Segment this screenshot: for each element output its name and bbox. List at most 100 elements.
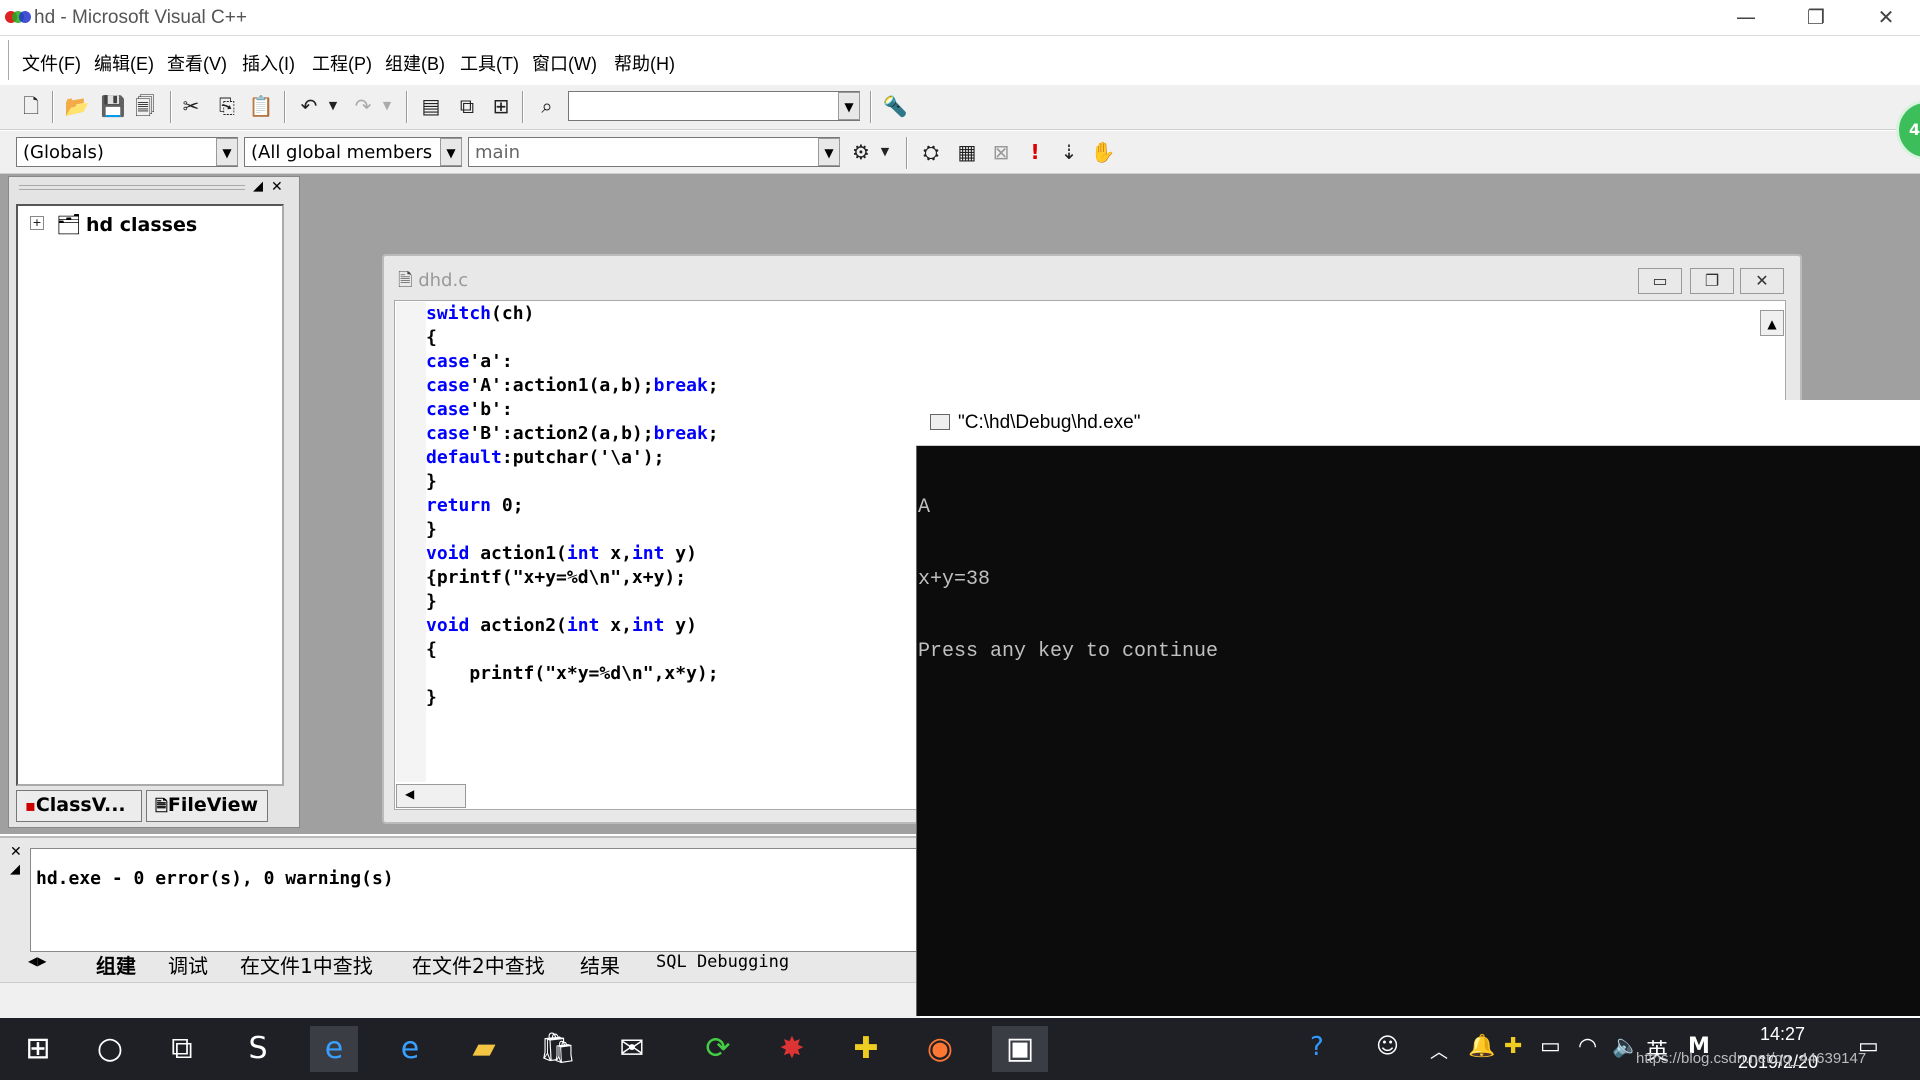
execute-icon[interactable]: ! xyxy=(1022,139,1048,165)
tab-results[interactable]: 结果 xyxy=(580,950,620,979)
stop-build-icon[interactable]: ⊠ xyxy=(988,139,1014,165)
wizard-dropdown-icon[interactable]: ▼ xyxy=(872,139,898,165)
chevron-down-icon[interactable]: ▼ xyxy=(818,138,840,166)
compile-icon[interactable]: ⛭ xyxy=(918,139,944,165)
menu-file[interactable]: 文件(F) xyxy=(22,50,81,76)
tab-debug[interactable]: 调试 xyxy=(168,950,208,979)
wizard-icon[interactable]: ⚙ xyxy=(848,139,874,165)
chevron-up-icon[interactable]: ︿ xyxy=(1430,1038,1448,1064)
plus-tray-icon[interactable]: ✚ xyxy=(1504,1034,1522,1059)
undo-dropdown-icon[interactable]: ▼ xyxy=(320,93,346,119)
tab-find1[interactable]: 在文件1中查找 xyxy=(240,950,373,979)
editor-close-button[interactable]: ✕ xyxy=(1740,268,1784,294)
code-line[interactable]: { xyxy=(426,326,719,350)
source-code[interactable]: switch(ch){case'a': case'A':action1(a,b);… xyxy=(426,302,719,710)
editor-restore-button[interactable]: ❐ xyxy=(1690,268,1734,294)
tab-fileview[interactable]: 🗎FileView xyxy=(146,790,268,822)
menu-insert[interactable]: 插入(I) xyxy=(242,50,295,76)
redo-dropdown-icon[interactable]: ▼ xyxy=(374,93,400,119)
menu-project[interactable]: 工程(P) xyxy=(312,50,372,76)
code-line[interactable]: void action1(int x,int y) xyxy=(426,542,719,566)
redo-icon[interactable]: ↷ xyxy=(350,93,376,119)
build-icon[interactable]: ▦ xyxy=(954,139,980,165)
app-s-icon[interactable]: S xyxy=(234,1026,282,1072)
code-line[interactable]: } xyxy=(426,470,719,494)
help-icon[interactable]: ? xyxy=(1310,1032,1324,1062)
cut-icon[interactable]: ✂ xyxy=(178,93,204,119)
code-line[interactable]: {printf("x+y=%d\n",x+y); xyxy=(426,566,719,590)
code-line[interactable]: case'A':action1(a,b);break; xyxy=(426,374,719,398)
find-in-files-icon[interactable]: ⌕ xyxy=(534,93,560,119)
tab-scroll-left-icon[interactable]: ◀▶ xyxy=(28,954,46,968)
find-combo[interactable]: ▼ xyxy=(568,91,860,121)
task-view-icon[interactable]: ⧉ xyxy=(158,1026,206,1072)
code-line[interactable]: } xyxy=(426,518,719,542)
members-combo-value[interactable]: (All global members xyxy=(251,142,437,163)
menu-window[interactable]: 窗口(W) xyxy=(532,50,597,76)
paste-icon[interactable]: 📋 xyxy=(248,93,274,119)
workspace-icon[interactable]: ▤ xyxy=(418,93,444,119)
windows-start-icon[interactable]: ⊞ xyxy=(14,1026,62,1072)
scope-combo-value[interactable]: (Globals) xyxy=(23,142,104,163)
scope-combo[interactable]: (Globals) ▼ xyxy=(16,137,238,167)
cortana-icon[interactable]: ○ xyxy=(86,1026,134,1072)
output-text-area[interactable] xyxy=(30,848,920,952)
notification-icon[interactable]: 🔔 xyxy=(1468,1034,1495,1059)
console-app-icon[interactable]: ▣ xyxy=(992,1026,1048,1072)
menu-edit[interactable]: 编辑(E) xyxy=(94,50,154,76)
code-line[interactable]: } xyxy=(426,686,719,710)
panel-maximize-icon[interactable]: ◢ xyxy=(253,179,263,194)
close-button[interactable]: ✕ xyxy=(1866,4,1906,30)
windows-icon[interactable]: ⊞ xyxy=(488,93,514,119)
scroll-up-icon[interactable]: ▲ xyxy=(1760,310,1784,336)
file-explorer-icon[interactable]: ▰ xyxy=(460,1026,508,1072)
edge-icon[interactable]: e xyxy=(386,1026,434,1072)
tree-root-label[interactable]: hd classes xyxy=(86,214,197,236)
class-tree[interactable]: + 🗂 hd classes xyxy=(16,204,284,786)
go-icon[interactable]: ⇣ xyxy=(1056,139,1082,165)
code-line[interactable]: default:putchar('\a'); xyxy=(426,446,719,470)
expand-icon[interactable]: + xyxy=(30,216,44,230)
output-grip-icon[interactable]: ◢ xyxy=(10,862,20,877)
panel-close-icon[interactable]: ✕ xyxy=(271,179,283,195)
copy-icon[interactable]: ⎘ xyxy=(214,93,240,119)
function-combo-value[interactable]: main xyxy=(475,142,520,163)
panel-grip[interactable] xyxy=(19,185,245,190)
breakpoint-icon[interactable]: ✋ xyxy=(1090,139,1116,165)
people-icon[interactable]: ☺ xyxy=(1376,1034,1399,1059)
code-line[interactable]: case'a': xyxy=(426,350,719,374)
undo-icon[interactable]: ↶ xyxy=(296,93,322,119)
scroll-left-icon[interactable]: ◀ xyxy=(405,787,414,801)
firefox-icon[interactable]: ◉ xyxy=(916,1026,964,1072)
clock-time[interactable]: 14:27 xyxy=(1760,1024,1805,1045)
chevron-down-icon[interactable]: ▼ xyxy=(440,138,462,166)
tab-find2[interactable]: 在文件2中查找 xyxy=(412,950,545,979)
menu-bar-grip[interactable] xyxy=(8,40,12,80)
output-close-icon[interactable]: ✕ xyxy=(10,844,22,860)
tab-build[interactable]: 组建 xyxy=(96,950,136,979)
chevron-down-icon[interactable]: ▼ xyxy=(838,92,860,120)
code-line[interactable]: case'b': xyxy=(426,398,719,422)
plus-app-icon[interactable]: ✚ xyxy=(842,1026,890,1072)
ie-icon[interactable]: e xyxy=(310,1026,358,1072)
sync-icon[interactable]: ⟳ xyxy=(694,1026,742,1072)
save-icon[interactable]: 💾 xyxy=(100,93,126,119)
wifi-icon[interactable]: ◠ xyxy=(1578,1034,1597,1059)
code-line[interactable]: printf("x*y=%d\n",x*y); xyxy=(426,662,719,686)
chevron-down-icon[interactable]: ▼ xyxy=(216,138,238,166)
open-folder-icon[interactable]: 📂 xyxy=(64,93,90,119)
code-line[interactable]: switch(ch) xyxy=(426,302,719,326)
new-file-icon[interactable]: 🗋 xyxy=(18,93,44,119)
store-icon[interactable]: 🛍 xyxy=(534,1026,582,1072)
menu-tools[interactable]: 工具(T) xyxy=(460,50,519,76)
vc-icon[interactable]: ✸ xyxy=(768,1026,816,1072)
battery-icon[interactable]: ▭ xyxy=(1540,1034,1561,1059)
code-line[interactable]: void action2(int x,int y) xyxy=(426,614,719,638)
editor-minimize-button[interactable]: ▭ xyxy=(1638,268,1682,294)
code-line[interactable]: { xyxy=(426,638,719,662)
horizontal-scrollbar[interactable]: ◀ xyxy=(396,784,466,808)
output-icon[interactable]: ⧉ xyxy=(454,93,480,119)
code-line[interactable]: return 0; xyxy=(426,494,719,518)
menu-build[interactable]: 组建(B) xyxy=(385,50,445,76)
code-line[interactable]: case'B':action2(a,b);break; xyxy=(426,422,719,446)
